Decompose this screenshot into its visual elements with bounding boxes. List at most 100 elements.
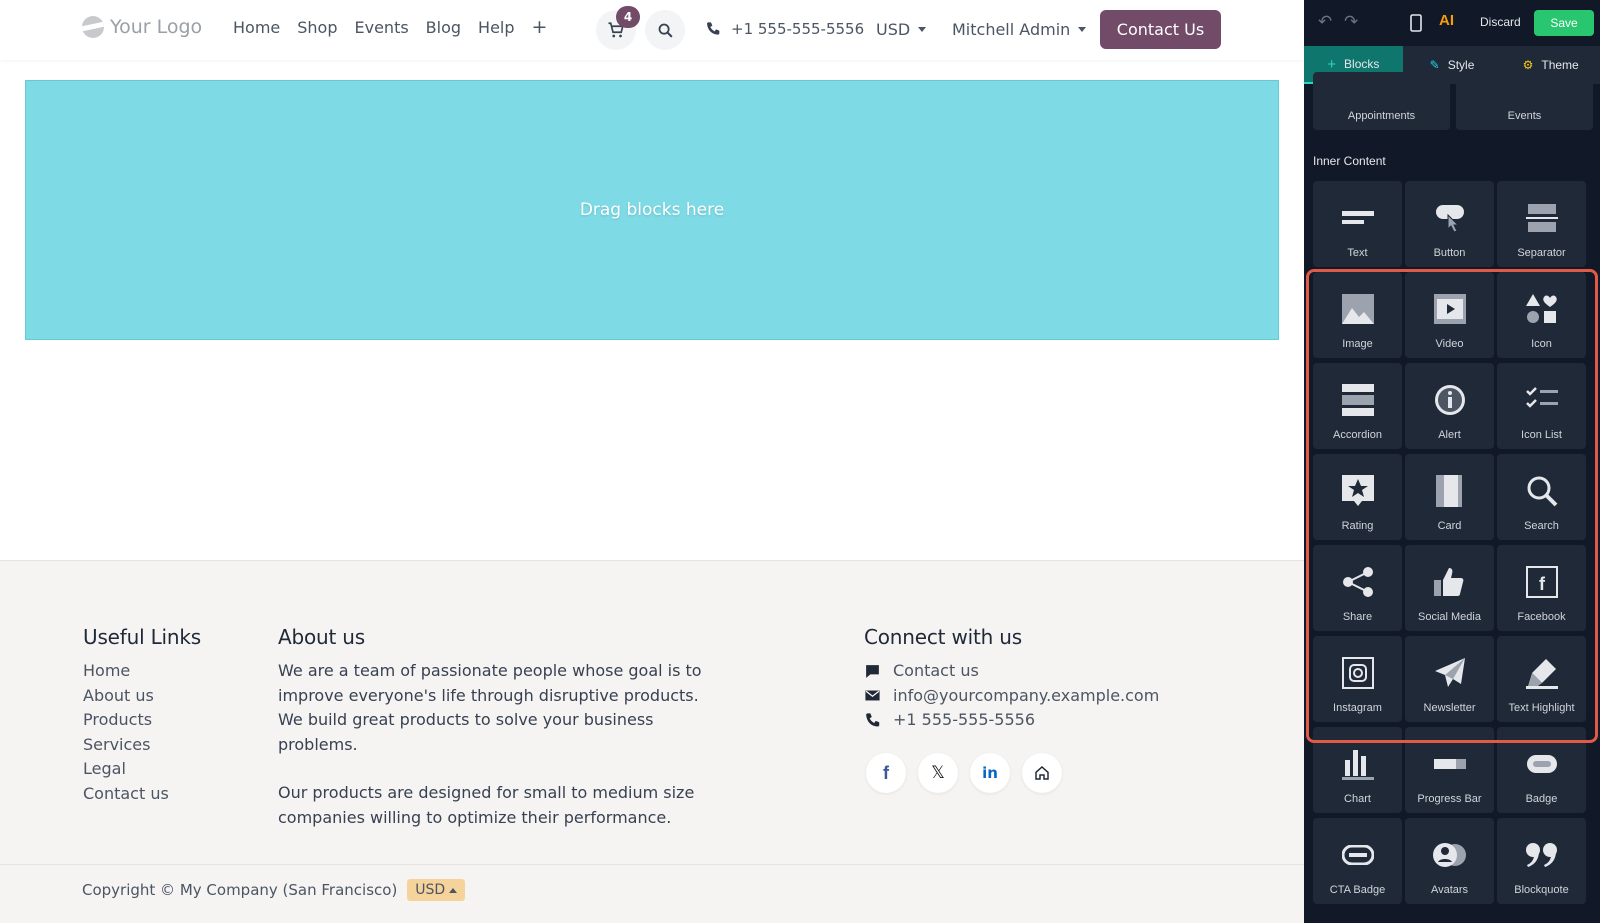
block-alert[interactable]: Alert bbox=[1405, 363, 1494, 449]
block-icon-list[interactable]: Icon List bbox=[1497, 363, 1586, 449]
about-us-column: About us We are a team of passionate peo… bbox=[278, 625, 726, 831]
redo-icon[interactable]: ↷ bbox=[1344, 12, 1358, 32]
site-logo[interactable]: Your Logo bbox=[82, 16, 202, 38]
main-nav: Home Shop Events Blog Help + bbox=[233, 18, 548, 38]
linkedin-link[interactable]: in bbox=[970, 753, 1010, 793]
block-card[interactable]: Card bbox=[1405, 454, 1494, 540]
tab-theme-label: Theme bbox=[1541, 58, 1579, 72]
block-label: CTA Badge bbox=[1329, 884, 1386, 896]
block-text-highlight[interactable]: Text Highlight bbox=[1497, 636, 1586, 722]
block-accordion[interactable]: Accordion bbox=[1313, 363, 1402, 449]
block-text[interactable]: Text bbox=[1313, 181, 1402, 267]
connect-column: Connect with us Contact us info@yourcomp… bbox=[864, 625, 1159, 733]
connect-phone-text: +1 555-555-5556 bbox=[893, 710, 1036, 730]
block-label: Facebook bbox=[1517, 611, 1566, 623]
block-label: Avatars bbox=[1430, 884, 1469, 896]
highlighter-icon bbox=[1525, 656, 1559, 690]
connect-email-link[interactable]: info@yourcompany.example.com bbox=[864, 684, 1159, 709]
block-chart[interactable]: Chart bbox=[1313, 727, 1402, 813]
footer-link-services[interactable]: Services bbox=[83, 733, 201, 758]
block-label: Image bbox=[1342, 338, 1373, 350]
block-events[interactable]: Events bbox=[1456, 72, 1593, 130]
facebook-icon: f bbox=[883, 762, 889, 783]
block-label: Share bbox=[1342, 611, 1373, 623]
block-drop-zone[interactable]: Drag blocks here bbox=[25, 80, 1279, 340]
currency-dropdown[interactable]: USD bbox=[876, 20, 927, 39]
block-rating[interactable]: Rating bbox=[1313, 454, 1402, 540]
connect-contact-link[interactable]: Contact us bbox=[864, 659, 1159, 684]
card-icon bbox=[1433, 474, 1467, 508]
facebook-link[interactable]: f bbox=[866, 753, 906, 793]
website-preview: Your Logo Home Shop Events Blog Help + 4… bbox=[0, 0, 1304, 923]
discard-button[interactable]: Discard bbox=[1480, 15, 1521, 29]
block-badge[interactable]: Badge bbox=[1497, 727, 1586, 813]
shapes-icon bbox=[1525, 292, 1559, 326]
block-button[interactable]: Button bbox=[1405, 181, 1494, 267]
alert-icon bbox=[1433, 383, 1467, 417]
nav-shop[interactable]: Shop bbox=[297, 18, 337, 37]
separator-icon bbox=[1525, 201, 1559, 235]
progress-bar-icon bbox=[1433, 747, 1467, 781]
envelope-icon bbox=[865, 690, 880, 701]
svg-text:f: f bbox=[1539, 574, 1546, 594]
block-image[interactable]: Image bbox=[1313, 272, 1402, 358]
save-button[interactable]: Save bbox=[1534, 10, 1594, 36]
block-avatars[interactable]: Avatars bbox=[1405, 818, 1494, 904]
x-link[interactable]: 𝕏 bbox=[918, 753, 958, 793]
currency-label: USD bbox=[876, 20, 911, 39]
block-newsletter[interactable]: Newsletter bbox=[1405, 636, 1494, 722]
block-cta-badge[interactable]: CTA Badge bbox=[1313, 818, 1402, 904]
search-button[interactable] bbox=[645, 10, 685, 50]
block-label: Blockquote bbox=[1514, 884, 1569, 896]
cta-badge-icon bbox=[1341, 838, 1375, 872]
search-icon bbox=[1525, 474, 1559, 508]
header-phone[interactable]: +1 555-555-5556 bbox=[705, 20, 864, 38]
block-label: Newsletter bbox=[1423, 702, 1476, 714]
block-video[interactable]: Video bbox=[1405, 272, 1494, 358]
nav-home[interactable]: Home bbox=[233, 18, 280, 37]
footer-link-contact[interactable]: Contact us bbox=[83, 782, 201, 807]
block-blockquote[interactable]: Blockquote bbox=[1497, 818, 1586, 904]
footer-link-about[interactable]: About us bbox=[83, 684, 201, 709]
contact-us-button[interactable]: Contact Us bbox=[1100, 10, 1221, 49]
search-icon bbox=[658, 23, 673, 38]
block-separator[interactable]: Separator bbox=[1497, 181, 1586, 267]
add-menu-item-button[interactable]: + bbox=[532, 18, 548, 37]
mobile-preview-icon[interactable] bbox=[1410, 14, 1422, 32]
ai-icon[interactable]: AI bbox=[1439, 12, 1454, 29]
footer-currency-dropdown[interactable]: USD bbox=[407, 879, 466, 901]
block-social-media[interactable]: Social Media bbox=[1405, 545, 1494, 631]
block-label: Text Highlight bbox=[1508, 702, 1575, 714]
connect-phone-link[interactable]: +1 555-555-5556 bbox=[864, 708, 1159, 733]
block-facebook[interactable]: f Facebook bbox=[1497, 545, 1586, 631]
badge-icon bbox=[1525, 747, 1559, 781]
about-us-paragraph-1: We are a team of passionate people whose… bbox=[278, 661, 702, 754]
footer-link-products[interactable]: Products bbox=[83, 708, 201, 733]
copyright-text: Copyright © My Company (San Francisco) bbox=[82, 881, 398, 899]
block-progress-bar[interactable]: Progress Bar bbox=[1405, 727, 1494, 813]
block-share[interactable]: Share bbox=[1313, 545, 1402, 631]
video-icon bbox=[1433, 292, 1467, 326]
footer-link-home[interactable]: Home bbox=[83, 659, 201, 684]
home-link[interactable] bbox=[1022, 753, 1062, 793]
cart-button[interactable]: 4 bbox=[596, 6, 640, 50]
accordion-icon bbox=[1341, 383, 1375, 417]
footer-link-legal[interactable]: Legal bbox=[83, 757, 201, 782]
about-us-title: About us bbox=[278, 625, 365, 649]
cart-count-badge: 4 bbox=[616, 6, 640, 28]
block-label: Video bbox=[1435, 338, 1464, 350]
nav-events[interactable]: Events bbox=[355, 18, 409, 37]
block-label: Icon List bbox=[1521, 429, 1562, 441]
block-search[interactable]: Search bbox=[1497, 454, 1586, 540]
gear-icon: ⚙ bbox=[1522, 58, 1534, 72]
undo-icon[interactable]: ↶ bbox=[1318, 12, 1332, 32]
nav-help[interactable]: Help bbox=[478, 18, 514, 37]
footer-currency-label: USD bbox=[415, 882, 446, 898]
block-instagram[interactable]: Instagram bbox=[1313, 636, 1402, 722]
user-menu[interactable]: Mitchell Admin bbox=[952, 20, 1087, 39]
editor-toolbar: ↶ ↷ AI Discard Save bbox=[1304, 0, 1600, 46]
block-appointments[interactable]: Appointments bbox=[1313, 72, 1450, 130]
facebook-icon: f bbox=[1525, 565, 1559, 599]
nav-blog[interactable]: Blog bbox=[426, 18, 461, 37]
block-icon[interactable]: Icon bbox=[1497, 272, 1586, 358]
